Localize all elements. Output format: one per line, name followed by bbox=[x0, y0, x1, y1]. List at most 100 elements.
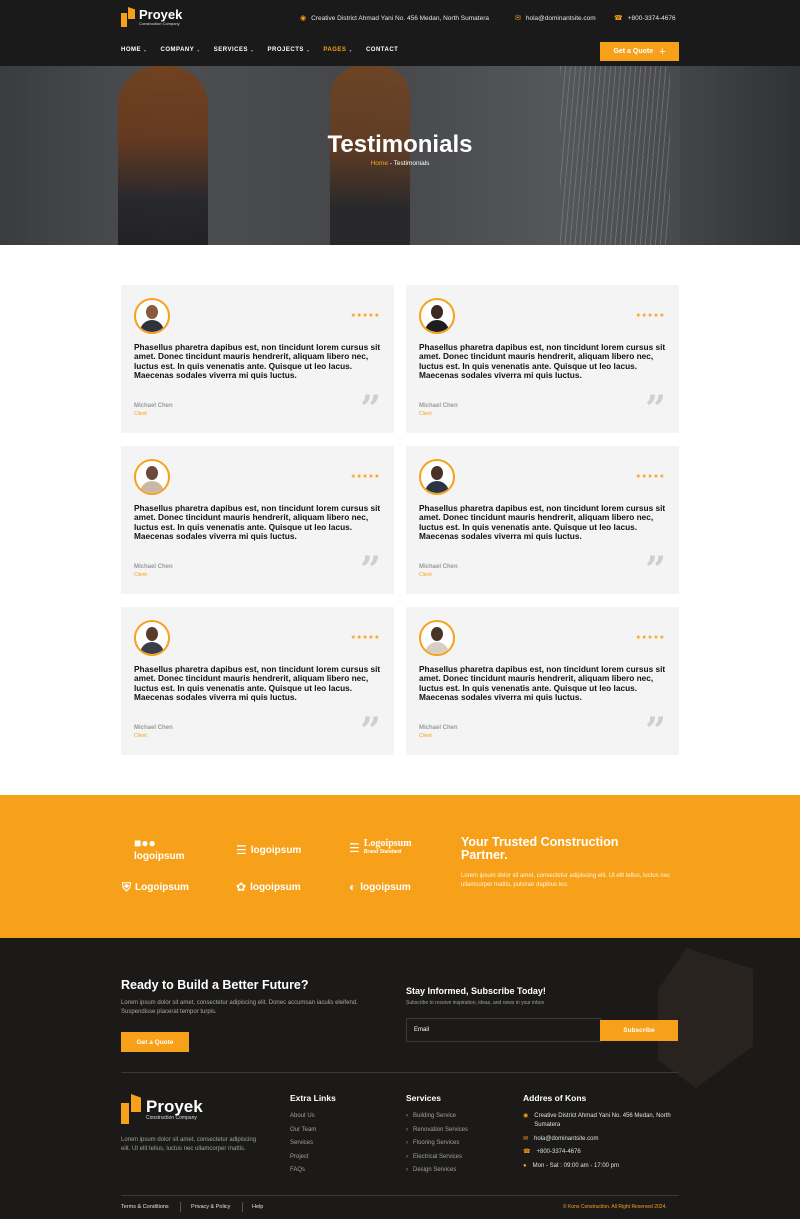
footer-phone[interactable]: ☎ +800-3374-4676 bbox=[523, 1148, 581, 1157]
chevron-right-icon: › bbox=[406, 1127, 408, 1133]
chevron-right-icon: › bbox=[406, 1167, 408, 1173]
chevron-down-icon: ▾ bbox=[306, 47, 310, 53]
footer-divider bbox=[121, 1195, 679, 1196]
phone-icon: ☎ bbox=[523, 1149, 531, 1155]
footer-link-team[interactable]: Our Team bbox=[290, 1127, 316, 1133]
testimonial-text: Phasellus pharetra dapibus est, non tinc… bbox=[134, 664, 381, 702]
get-quote-button[interactable]: Get a Quote + bbox=[600, 42, 679, 61]
drop-logo-icon: ◐ bbox=[349, 880, 357, 894]
partner-logo[interactable]: ■●● logoipsum bbox=[134, 836, 185, 862]
avatar bbox=[134, 620, 170, 656]
footer-service-link[interactable]: › Design Services bbox=[406, 1167, 456, 1173]
testimonial-card: ★★★★★ Phasellus pharetra dapibus est, no… bbox=[406, 607, 679, 755]
testimonial-card: ★★★★★ Phasellus pharetra dapibus est, no… bbox=[121, 607, 394, 755]
chevron-down-icon: ▾ bbox=[251, 47, 254, 53]
privacy-link[interactable]: Privacy & Policy bbox=[191, 1204, 230, 1210]
burger-logo-icon: ☰ bbox=[236, 843, 247, 857]
chevron-down-icon: ▾ bbox=[197, 47, 200, 53]
testimonial-role: Client bbox=[134, 572, 147, 578]
breadcrumb-home[interactable]: Home bbox=[371, 160, 388, 167]
brand-logo[interactable]: Proyek Construction Company bbox=[121, 7, 182, 27]
help-link[interactable]: Help bbox=[252, 1204, 263, 1210]
partners-text: Lorem ipsum dolor sit amet, consectetur … bbox=[461, 873, 671, 888]
copyright: © Kons Construction. All Right Reserved … bbox=[563, 1204, 667, 1210]
quote-mark-icon: ” bbox=[645, 549, 666, 591]
rating-stars-icon: ★★★★★ bbox=[350, 313, 380, 319]
rating-stars-icon: ★★★★★ bbox=[350, 474, 380, 480]
footer-email[interactable]: ✉ hola@dominantsite.com bbox=[523, 1135, 599, 1144]
clock-icon: ● bbox=[523, 1163, 527, 1169]
nav-home[interactable]: HOME ▾ bbox=[121, 47, 147, 53]
testimonial-card: ★★★★★ Phasellus pharetra dapibus est, no… bbox=[121, 446, 394, 594]
partner-logo[interactable]: ☰ logoipsum bbox=[236, 843, 301, 857]
footer-address: ◉ Creative District Ahmad Yani No. 456 Me… bbox=[523, 1113, 671, 1128]
avatar bbox=[134, 459, 170, 495]
footer-service-link[interactable]: › Electrical Services bbox=[406, 1154, 462, 1160]
footer-logo[interactable]: Proyek Construction Company bbox=[121, 1094, 203, 1124]
cta-quote-button[interactable]: Get a Quote bbox=[121, 1032, 189, 1052]
brand-tagline: Construction Company bbox=[139, 20, 180, 26]
testimonial-text: Phasellus pharetra dapibus est, non tinc… bbox=[419, 503, 666, 541]
nav-company[interactable]: COMPANY ▾ bbox=[161, 47, 200, 53]
mail-icon: ✉ bbox=[523, 1136, 529, 1142]
footer-service-link[interactable]: › Flooring Services bbox=[406, 1140, 459, 1146]
nav-services[interactable]: SERVICES ▾ bbox=[214, 47, 254, 53]
testimonial-card: ★★★★★ Phasellus pharetra dapibus est, no… bbox=[121, 285, 394, 433]
quote-mark-icon: ” bbox=[360, 388, 381, 430]
quote-mark-icon: ” bbox=[360, 710, 381, 752]
testimonial-card: ★★★★★ Phasellus pharetra dapibus est, no… bbox=[406, 285, 679, 433]
subscribe-text: Subscribe to receive inspiration, ideas,… bbox=[406, 1000, 545, 1006]
testimonial-author: Michael Chen bbox=[134, 403, 173, 409]
nav-contact[interactable]: CONTACT bbox=[366, 47, 398, 53]
footer-service-link[interactable]: › Renovation Services bbox=[406, 1127, 468, 1133]
subscribe-title: Stay Informed, Subscribe Today! bbox=[406, 986, 546, 996]
nav-projects[interactable]: PROJECTS ▾ bbox=[268, 47, 310, 53]
services-title: Services bbox=[406, 1093, 441, 1103]
footer-about: Lorem ipsum dolor sit amet, consectetur … bbox=[121, 1137, 257, 1152]
breadcrumb: Home - Testimonials bbox=[370, 160, 430, 167]
testimonial-role: Client bbox=[419, 733, 432, 739]
partner-logo[interactable]: ⛨ Logoipsum bbox=[122, 880, 189, 895]
partner-logo[interactable]: ☰ Logoipsum Brand Standard bbox=[349, 839, 412, 857]
brand-name: Proyek bbox=[139, 6, 183, 22]
cta-text: Lorem ipsum dolor sit amet, consectetur … bbox=[121, 1000, 358, 1015]
footer-brand-name: Proyek bbox=[146, 1096, 203, 1116]
nav-pages[interactable]: PAGES ▾ bbox=[323, 47, 352, 53]
extra-links-title: Extra Links bbox=[290, 1093, 336, 1103]
footer-link-project[interactable]: Project bbox=[290, 1154, 309, 1160]
partners-section: ■●● logoipsum ☰ logoipsum ☰ Logoipsum Bra… bbox=[0, 795, 800, 938]
chevron-down-icon: ▾ bbox=[144, 47, 147, 53]
quote-mark-icon: ” bbox=[645, 710, 666, 752]
chevron-right-icon: › bbox=[406, 1140, 408, 1146]
topbar-phone[interactable]: ☎ +800-3374-4676 bbox=[614, 14, 676, 23]
chevron-right-icon: › bbox=[406, 1113, 408, 1119]
rating-stars-icon: ★★★★★ bbox=[635, 635, 665, 641]
phone-icon: ☎ bbox=[614, 15, 623, 22]
testimonial-role: Client bbox=[419, 572, 432, 578]
footer-link-faqs[interactable]: FAQs bbox=[290, 1167, 305, 1173]
footer-link-about[interactable]: About Us bbox=[290, 1113, 315, 1119]
terms-link[interactable]: Terms & Conditions bbox=[121, 1204, 169, 1210]
testimonial-text: Phasellus pharetra dapibus est, non tinc… bbox=[419, 342, 666, 380]
plus-icon: + bbox=[659, 45, 666, 58]
testimonial-role: Client bbox=[419, 411, 432, 417]
footer-brand-tagline: Construction Company bbox=[146, 1114, 197, 1121]
cta-title: Ready to Build a Better Future? bbox=[121, 978, 309, 992]
breadcrumb-current: Testimonials bbox=[393, 160, 430, 167]
partner-logo[interactable]: ✿ logoipsum bbox=[236, 880, 301, 894]
testimonial-author: Michael Chen bbox=[419, 403, 458, 409]
address-title: Addres of Kons bbox=[523, 1093, 587, 1103]
topbar-email[interactable]: ✉ hola@dominantsite.com bbox=[515, 14, 596, 23]
location-pin-icon: ◉ bbox=[300, 15, 307, 22]
partner-logo[interactable]: ◐ logoipsum bbox=[349, 880, 411, 894]
rating-stars-icon: ★★★★★ bbox=[635, 474, 665, 480]
testimonial-role: Client bbox=[134, 411, 147, 417]
testimonial-text: Phasellus pharetra dapibus est, non tinc… bbox=[134, 342, 381, 380]
footer-link-services[interactable]: Services bbox=[290, 1140, 313, 1146]
footer-service-link[interactable]: › Building Service bbox=[406, 1113, 456, 1119]
subscribe-button[interactable]: Subscribe bbox=[600, 1020, 678, 1041]
avatar bbox=[419, 620, 455, 656]
mail-icon: ✉ bbox=[515, 15, 521, 22]
flower-logo-icon: ✿ bbox=[236, 880, 247, 894]
email-field[interactable]: Email bbox=[406, 1018, 601, 1042]
